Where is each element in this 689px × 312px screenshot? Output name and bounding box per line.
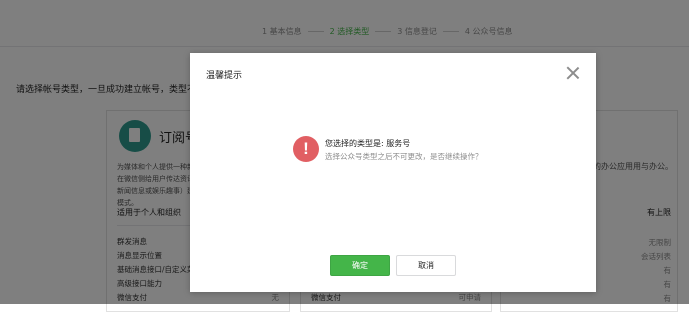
warning-icon: !: [293, 136, 319, 162]
dialog-message: 您选择的类型是: 服务号: [325, 139, 411, 148]
cancel-button[interactable]: 取消: [396, 255, 456, 276]
confirm-button[interactable]: 确定: [330, 255, 390, 276]
dialog-submessage: 选择公众号类型之后不可更改，是否继续操作？: [325, 152, 483, 161]
confirm-dialog: 温馨提示 ! 您选择的类型是: 服务号 选择公众号类型之后不可更改，是否继续操作…: [190, 53, 596, 292]
dialog-title: 温馨提示: [206, 71, 243, 81]
close-icon[interactable]: [566, 66, 580, 80]
dialog-header: 温馨提示: [190, 53, 596, 93]
